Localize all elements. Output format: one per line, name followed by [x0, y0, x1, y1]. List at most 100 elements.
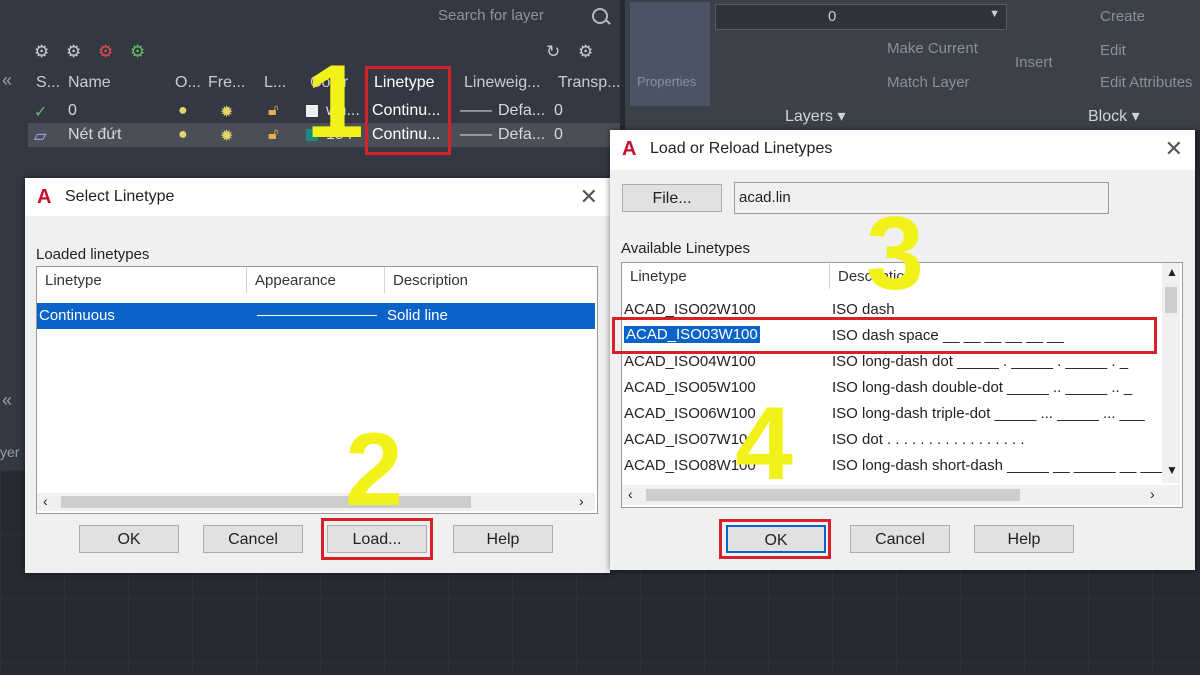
help-button[interactable]: Help	[974, 525, 1074, 553]
appearance-line	[257, 315, 377, 316]
properties-button[interactable]	[630, 2, 710, 106]
delete-layer-icon[interactable]: ⚙	[98, 42, 120, 61]
loaded-linetypes-list[interactable]: Linetype Appearance Description Continuo…	[36, 266, 598, 514]
create-block-button[interactable]: Create	[1100, 8, 1145, 25]
layer-parallelogram-icon: ▱	[34, 128, 47, 145]
refresh-icon[interactable]: ↻	[546, 42, 568, 61]
col-name[interactable]: Name	[68, 74, 111, 92]
dialog-title-bar: A Load or Reload Linetypes ✕	[610, 130, 1195, 170]
section-label: Available Linetypes	[621, 240, 750, 257]
col-transparency[interactable]: Transp...	[558, 74, 621, 92]
col-freeze[interactable]: Fre...	[208, 74, 245, 92]
vertical-scrollbar[interactable]: ▲ ▼	[1162, 263, 1180, 483]
help-button[interactable]: Help	[453, 525, 553, 553]
linetype-description: ISO long-dash triple-dot _____ ... _____…	[832, 405, 1145, 422]
scroll-down-icon[interactable]: ▼	[1166, 463, 1178, 477]
layer-transparency[interactable]: 0	[554, 102, 563, 120]
scroll-right-icon[interactable]: ›	[579, 493, 584, 509]
collapse-panel-button-lower[interactable]: «	[2, 390, 12, 411]
linetype-description: ISO dot . . . . . . . . . . . . . . . . …	[832, 431, 1025, 448]
layer-lineweight[interactable]: Defa...	[498, 102, 545, 120]
scrollbar-thumb[interactable]	[1165, 287, 1177, 313]
col-appearance[interactable]: Appearance	[247, 267, 385, 293]
scroll-left-icon[interactable]: ‹	[628, 486, 633, 502]
match-layer-button[interactable]: Match Layer	[887, 74, 970, 91]
layer-tab-label: yer	[0, 444, 20, 460]
list-item[interactable]: ACAD_ISO07W100 ISO dot . . . . . . . . .…	[622, 427, 1162, 453]
col-linetype[interactable]: Linetype	[622, 263, 830, 289]
sun-icon[interactable]: ✹	[220, 126, 233, 146]
layer-name: 0	[68, 102, 77, 119]
dialog-title: Select Linetype	[65, 188, 175, 205]
layer-transparency[interactable]: 0	[554, 126, 563, 144]
step-1-label: 1	[306, 44, 364, 160]
sun-icon[interactable]: ✹	[220, 102, 233, 122]
edit-attributes-button[interactable]: Edit Attributes	[1100, 74, 1193, 91]
file-path-value: acad.lin	[739, 189, 791, 206]
properties-label: Properties	[637, 74, 697, 89]
linetype-name: ACAD_ISO04W100	[624, 353, 756, 370]
dialog-title: Load or Reload Linetypes	[650, 140, 833, 157]
linetype-description: ISO long-dash short-dash _____ __ _____ …	[832, 457, 1166, 474]
list-item[interactable]: ACAD_ISO06W100 ISO long-dash triple-dot …	[622, 401, 1162, 427]
scroll-up-icon[interactable]: ▲	[1166, 265, 1178, 279]
horizontal-scrollbar[interactable]: ‹ ›	[37, 493, 595, 511]
linetype-name: Continuous	[39, 307, 115, 324]
linetype-column-highlight	[365, 66, 451, 155]
linetype-description: ISO long-dash dot _____ . _____ . _____ …	[832, 353, 1129, 370]
make-current-button[interactable]: Make Current	[887, 40, 978, 57]
edit-block-button[interactable]: Edit	[1100, 42, 1126, 59]
scroll-right-icon[interactable]: ›	[1150, 486, 1155, 502]
file-button[interactable]: File...	[622, 184, 722, 212]
layer-dropdown[interactable]: 0 ▼	[715, 4, 1007, 30]
new-layer-vp-frozen-icon[interactable]: ⚙	[66, 42, 88, 61]
linetype-description: Solid line	[387, 307, 448, 324]
list-item[interactable]: Continuous Solid line	[37, 303, 595, 329]
new-layer-icon[interactable]: ⚙	[34, 42, 56, 61]
insert-block-button[interactable]: Insert	[1015, 54, 1053, 71]
close-icon[interactable]: ✕	[1165, 136, 1183, 162]
close-icon[interactable]: ✕	[580, 184, 598, 210]
scrollbar-thumb[interactable]	[61, 496, 471, 508]
step-4-label: 4	[735, 386, 793, 502]
lock-icon[interactable]: 🔓︎	[268, 126, 278, 144]
scrollbar-thumb[interactable]	[646, 489, 1020, 501]
col-lineweight[interactable]: Lineweig...	[464, 74, 541, 92]
set-current-layer-icon[interactable]: ⚙	[130, 42, 152, 61]
autocad-logo-icon: A	[37, 186, 52, 208]
settings-gear-icon[interactable]: ⚙	[578, 42, 600, 61]
col-description[interactable]: Description	[385, 267, 597, 293]
lock-icon[interactable]: 🔓︎	[268, 102, 278, 120]
cancel-button[interactable]: Cancel	[850, 525, 950, 553]
lightbulb-icon[interactable]: ●	[178, 102, 188, 120]
block-group-label[interactable]: Block ▾	[1088, 106, 1140, 126]
layer-lineweight[interactable]: Defa...	[498, 126, 545, 144]
lineweight-line-icon: ——	[460, 126, 492, 143]
layers-group-label[interactable]: Layers ▾	[785, 106, 846, 126]
col-status[interactable]: S...	[36, 74, 60, 92]
select-linetype-dialog: A Select Linetype ✕ Loaded linetypes Lin…	[25, 178, 610, 573]
ok-button[interactable]: OK	[79, 525, 179, 553]
layer-search-placeholder: Search for layer	[438, 7, 544, 24]
layer-dropdown-value: 0	[828, 8, 837, 25]
iso03-row-highlight	[612, 317, 1157, 354]
autocad-logo-icon: A	[622, 138, 637, 160]
col-on[interactable]: O...	[175, 74, 201, 92]
lightbulb-icon[interactable]: ●	[178, 126, 188, 144]
dialog-title-bar: A Select Linetype ✕	[25, 178, 610, 216]
collapse-panel-button[interactable]: «	[2, 70, 12, 91]
list-item[interactable]: ACAD_ISO08W100 ISO long-dash short-dash …	[622, 453, 1166, 479]
col-lock[interactable]: L...	[264, 74, 286, 92]
col-linetype[interactable]: Linetype	[37, 267, 247, 293]
search-icon[interactable]	[592, 8, 608, 24]
step-2-label: 2	[345, 412, 403, 528]
list-item[interactable]: ACAD_ISO05W100 ISO long-dash double-dot …	[622, 375, 1162, 401]
cancel-button[interactable]: Cancel	[203, 525, 303, 553]
lineweight-line-icon: ——	[460, 102, 492, 119]
scroll-left-icon[interactable]: ‹	[43, 493, 48, 509]
chevron-down-icon: ▼	[989, 8, 1000, 20]
layer-name: Nét đứt	[68, 126, 122, 143]
linetype-name: ACAD_ISO02W100	[624, 301, 756, 318]
layer-search-box[interactable]: Search for layer	[430, 4, 610, 28]
horizontal-scrollbar[interactable]: ‹ ›	[622, 485, 1180, 505]
